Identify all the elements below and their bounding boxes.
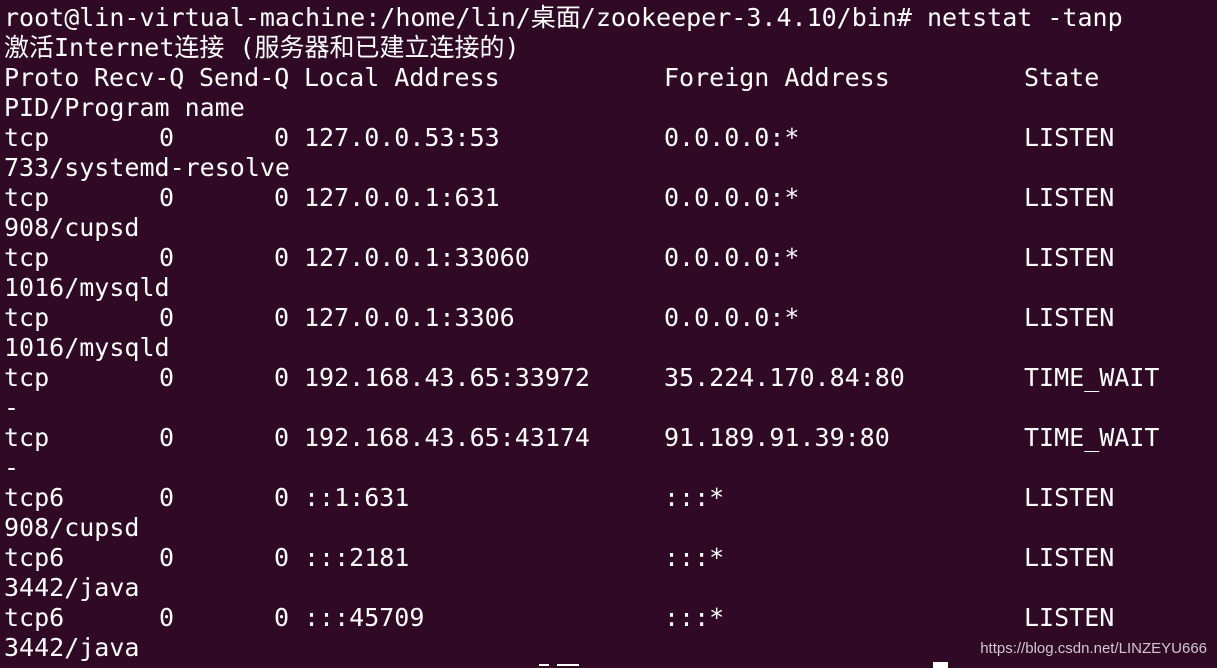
cell-local-address: 127.0.0.53:53 (304, 123, 500, 152)
cell-recv-q: 0 (158, 603, 174, 632)
clipped-next-line-glyph (535, 664, 583, 668)
connection-row: tcp6 0 0 :::2181 :::* LISTEN (4, 543, 1204, 573)
netstat-output-title: 激活Internet连接 (服务器和已建立连接的) (4, 33, 520, 62)
cell-local-address: 192.168.43.65:33972 (304, 363, 590, 392)
cell-send-q: 0 (273, 363, 289, 392)
connection-row: tcp6 0 0 :::45709 :::* LISTEN (4, 603, 1204, 633)
cell-pid-program: - (4, 393, 20, 422)
cell-recv-q: 0 (158, 183, 174, 212)
cell-recv-q: 0 (158, 243, 174, 272)
cell-local-address: :::2181 (304, 543, 410, 572)
cell-recv-q: 0 (158, 363, 174, 392)
cell-recv-q: 0 (158, 123, 174, 152)
header-send-q: Send-Q (199, 63, 290, 92)
cell-state: LISTEN (1024, 483, 1115, 512)
cell-send-q: 0 (273, 543, 289, 572)
cell-proto: tcp (4, 363, 50, 392)
cell-state: LISTEN (1024, 603, 1115, 632)
cell-local-address: 192.168.43.65:43174 (304, 423, 590, 452)
cell-state: TIME_WAIT (1024, 363, 1160, 392)
cell-state: LISTEN (1024, 303, 1115, 332)
header-pid-program: PID/Program name (4, 93, 245, 122)
cell-local-address: 127.0.0.1:631 (304, 183, 500, 212)
cell-foreign-address: 91.189.91.39:80 (664, 423, 890, 452)
cell-pid-program: 908/cupsd (4, 513, 140, 542)
cell-state: LISTEN (1024, 123, 1115, 152)
cell-pid-program: 908/cupsd (4, 213, 140, 242)
cell-send-q: 0 (273, 423, 289, 452)
connection-row: tcp 0 0 127.0.0.1:33060 0.0.0.0:* LISTEN (4, 243, 1204, 273)
cell-send-q: 0 (273, 483, 289, 512)
connection-row: tcp 0 0 127.0.0.1:3306 0.0.0.0:* LISTEN (4, 303, 1204, 333)
header-proto: Proto (4, 63, 80, 92)
cell-pid-program: 733/systemd-resolve (4, 153, 290, 182)
cell-state: LISTEN (1024, 243, 1115, 272)
cell-foreign-address: :::* (664, 483, 725, 512)
header-foreign-address: Foreign Address (664, 63, 890, 92)
cell-local-address: ::1:631 (304, 483, 410, 512)
cell-foreign-address: 35.224.170.84:80 (664, 363, 905, 392)
cell-recv-q: 0 (158, 543, 174, 572)
cell-foreign-address: 0.0.0.0:* (664, 123, 800, 152)
header-recv-q: Recv-Q (94, 63, 185, 92)
cell-foreign-address: 0.0.0.0:* (664, 303, 800, 332)
connection-row: tcp 0 0 192.168.43.65:43174 91.189.91.39… (4, 423, 1204, 453)
header-state: State (1024, 63, 1100, 92)
cell-proto: tcp (4, 123, 50, 152)
connection-row: tcp 0 0 127.0.0.1:631 0.0.0.0:* LISTEN (4, 183, 1204, 213)
cell-foreign-address: :::* (664, 543, 725, 572)
cell-send-q: 0 (273, 183, 289, 212)
cell-proto: tcp6 (4, 483, 65, 512)
cell-local-address: 127.0.0.1:3306 (304, 303, 515, 332)
cell-proto: tcp (4, 423, 50, 452)
cell-pid-program: 3442/java (4, 573, 140, 602)
cell-foreign-address: 0.0.0.0:* (664, 243, 800, 272)
header-local-address: Local Address (304, 63, 500, 92)
connection-row: tcp6 0 0 ::1:631 :::* LISTEN (4, 483, 1204, 513)
cell-recv-q: 0 (158, 483, 174, 512)
cell-state: TIME_WAIT (1024, 423, 1160, 452)
terminal-window[interactable]: root@lin-virtual-machine:/home/lin/桌面/zo… (0, 0, 1217, 668)
connection-row: tcp 0 0 192.168.43.65:33972 35.224.170.8… (4, 363, 1204, 393)
cell-foreign-address: 0.0.0.0:* (664, 183, 800, 212)
cell-pid-program: 1016/mysqld (4, 333, 170, 362)
connection-row: tcp 0 0 127.0.0.53:53 0.0.0.0:* LISTEN (4, 123, 1204, 153)
terminal-cursor (933, 662, 948, 668)
cell-proto: tcp6 (4, 603, 65, 632)
cell-pid-program: 3442/java (4, 633, 140, 662)
cell-local-address: :::45709 (304, 603, 425, 632)
cell-recv-q: 0 (158, 423, 174, 452)
cell-state: LISTEN (1024, 183, 1115, 212)
cell-send-q: 0 (273, 603, 289, 632)
column-header-row: Proto Recv-Q Send-Q Local Address Foreig… (4, 63, 1204, 93)
cell-state: LISTEN (1024, 543, 1115, 572)
cell-foreign-address: :::* (664, 603, 725, 632)
cell-recv-q: 0 (158, 303, 174, 332)
cell-proto: tcp (4, 183, 50, 212)
cell-proto: tcp (4, 303, 50, 332)
cell-proto: tcp6 (4, 543, 65, 572)
cell-pid-program: - (4, 453, 20, 482)
cell-local-address: 127.0.0.1:33060 (304, 243, 530, 272)
command-prompt-line: root@lin-virtual-machine:/home/lin/桌面/zo… (4, 3, 1123, 32)
cell-send-q: 0 (273, 243, 289, 272)
cell-send-q: 0 (273, 303, 289, 332)
cell-pid-program: 1016/mysqld (4, 273, 170, 302)
cell-send-q: 0 (273, 123, 289, 152)
watermark-text: https://blog.csdn.net/LINZEYU666 (980, 640, 1207, 657)
cell-proto: tcp (4, 243, 50, 272)
